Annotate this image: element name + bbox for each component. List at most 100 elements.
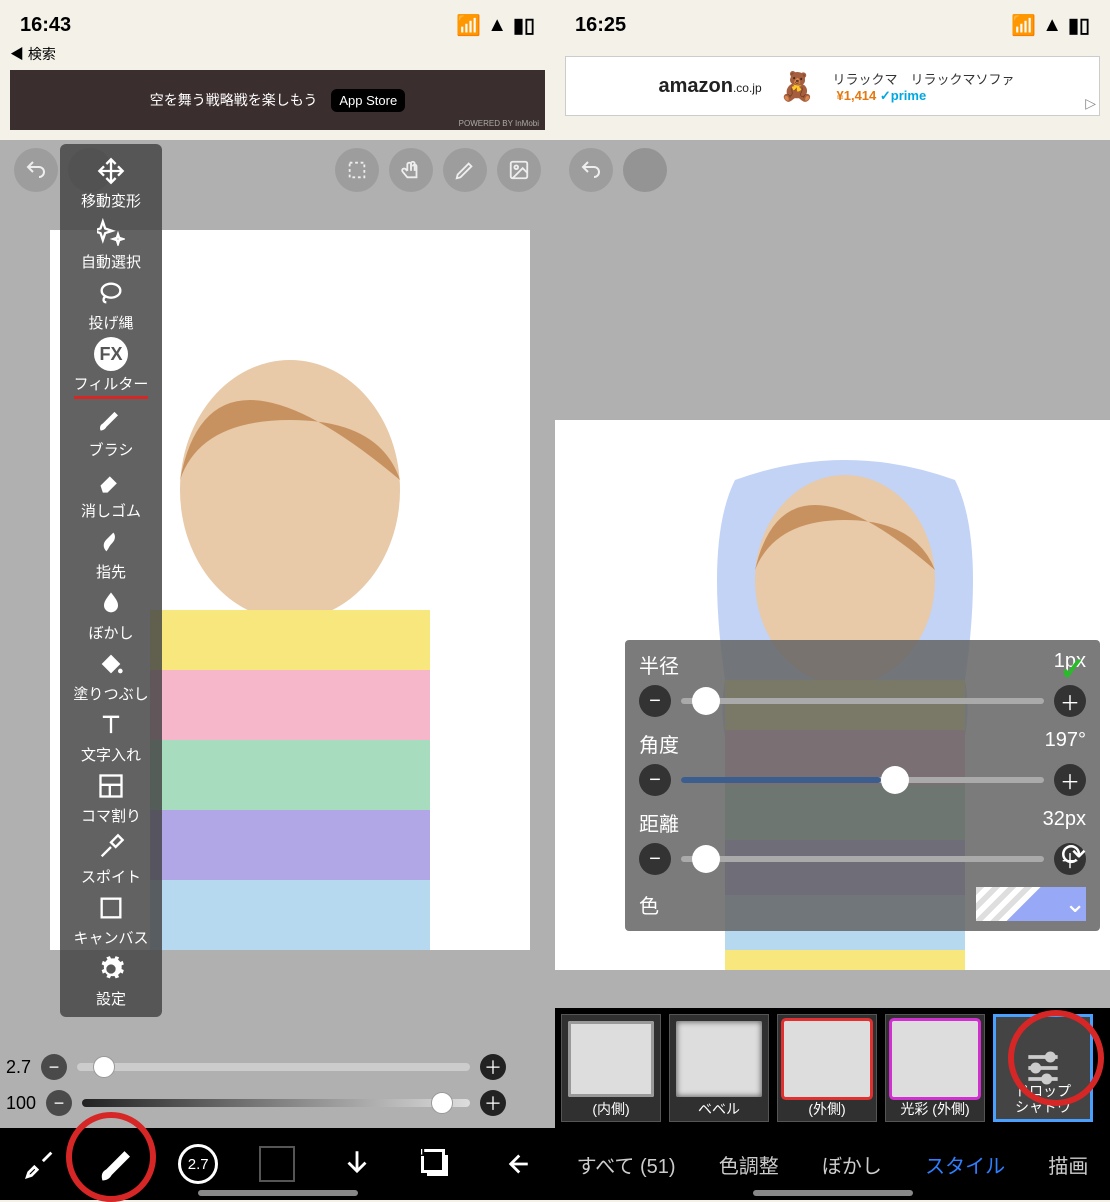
- tab-draw[interactable]: 描画: [1048, 1150, 1088, 1179]
- fx-thumb[interactable]: ベベル: [669, 1014, 769, 1122]
- distance-value: 32px: [1043, 808, 1086, 837]
- plus-icon[interactable]: ＋: [1054, 685, 1086, 717]
- increase-icon[interactable]: ＋: [480, 1090, 506, 1116]
- tool-smudge[interactable]: 指先: [60, 525, 162, 582]
- tool-text[interactable]: 文字入れ: [60, 708, 162, 765]
- wifi-icon: ▲: [487, 14, 507, 37]
- brush-size-slider-row: 2.7 − ＋: [6, 1054, 506, 1080]
- tool-eraser[interactable]: 消しゴム: [60, 464, 162, 521]
- tab-style[interactable]: スタイル: [925, 1150, 1005, 1179]
- fx-thumb[interactable]: ドロップ シャドウ: [993, 1014, 1093, 1122]
- undo-button[interactable]: [14, 148, 58, 192]
- fx-preview: [568, 1021, 654, 1097]
- plus-icon[interactable]: ＋: [1054, 764, 1086, 796]
- autosel-icon: [94, 215, 128, 249]
- tool-label: 文字入れ: [81, 744, 141, 765]
- tool-label: 指先: [96, 561, 126, 582]
- brush-size-label: 2.7: [188, 1156, 209, 1173]
- brush-tool-button[interactable]: [92, 1137, 146, 1191]
- effect-thumbnails: (内側) ベベル ふちどり (外側) 光彩 (外側) ドロップ シャドウ: [555, 1008, 1110, 1128]
- brush-size-indicator[interactable]: 2.7: [171, 1137, 225, 1191]
- fx-thumb[interactable]: ふちどり (外側): [777, 1014, 877, 1122]
- fx-label: 光彩 (外側): [900, 1102, 969, 1117]
- confirm-check-icon[interactable]: ✓: [1059, 650, 1086, 688]
- tab-blur[interactable]: ぼかし: [822, 1150, 882, 1179]
- app-canvas-area: ✓ 半径1px − ＋ 角度197° − ＋: [555, 140, 1110, 1200]
- distance-slider[interactable]: [681, 856, 1044, 862]
- tool-lasso[interactable]: 投げ縄: [60, 276, 162, 333]
- tool-label: 自動選択: [81, 251, 141, 272]
- tool-label: ブラシ: [89, 439, 134, 460]
- brush-edit-icon[interactable]: [13, 1137, 67, 1191]
- text-icon: [94, 708, 128, 742]
- decrease-icon[interactable]: −: [46, 1090, 72, 1116]
- tool-fill[interactable]: 塗りつぶし: [60, 647, 162, 704]
- color-swatch[interactable]: [250, 1137, 304, 1191]
- ad-product: リラックマ リラックマソファ: [833, 69, 1015, 88]
- battery-icon: ▮▯: [513, 13, 535, 38]
- distance-row: 距離32px − ＋: [639, 808, 1086, 875]
- tool-canvas[interactable]: キャンバス: [60, 891, 162, 948]
- fx-thumb[interactable]: (内側): [561, 1014, 661, 1122]
- reset-icon[interactable]: ⟳: [1061, 838, 1086, 873]
- layers-button[interactable]: 1: [409, 1137, 463, 1191]
- image-tool-icon[interactable]: [497, 148, 541, 192]
- undo-button[interactable]: [569, 148, 613, 192]
- ad-banner[interactable]: amazon.co.jp 🧸 リラックマ リラックマソファ ¥1,414 ✓pr…: [565, 56, 1100, 116]
- fx-label: (内側): [592, 1102, 629, 1117]
- increase-icon[interactable]: ＋: [480, 1054, 506, 1080]
- minus-icon[interactable]: −: [639, 843, 671, 875]
- back-to-search[interactable]: ◀ 検索: [0, 44, 555, 64]
- home-indicator: [753, 1190, 913, 1196]
- tool-panel[interactable]: コマ割り: [60, 769, 162, 826]
- tool-move[interactable]: 移動変形: [60, 154, 162, 211]
- hand-tool-icon[interactable]: [389, 148, 433, 192]
- ad-info-icon[interactable]: ▷: [1085, 95, 1096, 112]
- ad-powered: POWERED BY InMobi: [459, 119, 539, 128]
- radius-slider[interactable]: [681, 698, 1044, 704]
- tool-eyedrop[interactable]: スポイト: [60, 830, 162, 887]
- angle-label: 角度: [639, 729, 679, 758]
- redo-button[interactable]: [623, 148, 667, 192]
- tab-all[interactable]: すべて (51): [577, 1150, 676, 1179]
- minus-icon[interactable]: −: [639, 685, 671, 717]
- fx-thumb[interactable]: 光彩 (外側): [885, 1014, 985, 1122]
- color-row: 色: [639, 887, 1086, 921]
- status-icons: 📶 ▲ ▮▯: [456, 13, 535, 38]
- tool-label: ぼかし: [88, 622, 133, 643]
- select-rect-icon[interactable]: [335, 148, 379, 192]
- ad-banner[interactable]: 空を舞う戦略戦を楽しもう App Store POWERED BY InMobi: [10, 70, 545, 130]
- amazon-logo: amazon.co.jp: [658, 75, 761, 98]
- eyedrop-icon: [94, 830, 128, 864]
- tool-label: 設定: [96, 988, 126, 1009]
- tool-blur[interactable]: ぼかし: [60, 586, 162, 643]
- opacity-slider[interactable]: [82, 1099, 470, 1107]
- fx-preview: [784, 1021, 870, 1097]
- wifi-icon: ▲: [1042, 14, 1062, 37]
- tool-settings[interactable]: 設定: [60, 952, 162, 1009]
- ad-prime: ✓prime: [880, 88, 926, 103]
- angle-slider[interactable]: [681, 777, 1044, 783]
- pen-tool-icon[interactable]: [443, 148, 487, 192]
- appstore-badge: App Store: [331, 89, 405, 112]
- lasso-icon: [94, 276, 128, 310]
- decrease-icon[interactable]: −: [41, 1054, 67, 1080]
- radius-row: 半径1px − ＋: [639, 650, 1086, 717]
- tool-label: キャンバス: [73, 927, 148, 948]
- ad-price: ¥1,414: [837, 88, 877, 103]
- brush-size-slider[interactable]: [77, 1063, 470, 1071]
- download-icon[interactable]: [330, 1137, 384, 1191]
- tab-color[interactable]: 色調整: [719, 1150, 779, 1179]
- right-screenshot: 16:25 📶 ▲ ▮▯ amazon.co.jp 🧸 リラックマ リラックマソ…: [555, 0, 1110, 1200]
- tool-label: 投げ縄: [88, 312, 133, 333]
- fx-label: ベベル: [698, 1102, 740, 1117]
- tool-label: 塗りつぶし: [73, 683, 148, 704]
- tool-label: 移動変形: [81, 190, 141, 211]
- tool-brush[interactable]: ブラシ: [60, 403, 162, 460]
- expand-icon[interactable]: ⌄: [1064, 888, 1086, 919]
- move-icon: [94, 154, 128, 188]
- tool-filter[interactable]: FXフィルター: [60, 337, 162, 399]
- back-icon[interactable]: [488, 1137, 542, 1191]
- minus-icon[interactable]: −: [639, 764, 671, 796]
- tool-autosel[interactable]: 自動選択: [60, 215, 162, 272]
